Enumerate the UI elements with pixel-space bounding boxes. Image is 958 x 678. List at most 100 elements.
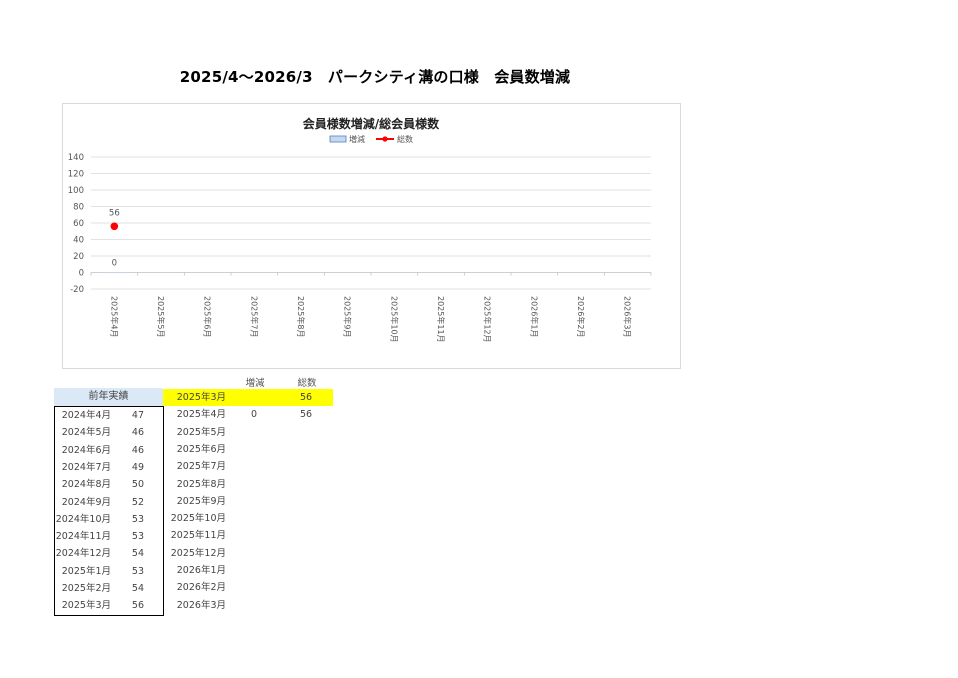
prev-year-month: 2024年4月 xyxy=(61,410,111,421)
current-month: 2025年6月 xyxy=(176,443,226,455)
x-tick-label: 2025年9月 xyxy=(343,296,353,337)
current-month: 2025年10月 xyxy=(170,513,226,525)
page-title: 2025/4～2026/3 パークシティ溝の口様 会員数増減 xyxy=(179,68,571,86)
prev-year-row: 2024年5月 46 xyxy=(55,424,163,441)
current-month: 2025年11月 xyxy=(170,530,226,542)
prev-year-value: 53 xyxy=(131,531,144,543)
x-tick-label: 2026年3月 xyxy=(623,296,633,337)
x-tick-label: 2026年2月 xyxy=(576,296,586,337)
prev-year-month: 2025年3月 xyxy=(61,600,111,612)
data-label-change: 0 xyxy=(112,259,117,269)
current-month: 2025年12月 xyxy=(170,547,226,559)
y-tick-label: 80 xyxy=(73,203,84,213)
prev-year-row: 2024年12月 54 xyxy=(55,545,163,562)
prev-year-table: 2024年4月 47 2024年5月 46 2024年6月 46 2024年7月 49 2024… xyxy=(54,406,164,616)
prev-year-month: 2025年1月 xyxy=(61,565,111,577)
current-change: 0 xyxy=(250,409,258,421)
prev-year-row: 2024年7月 49 xyxy=(55,459,163,476)
chart-title: 会員様数増減/総会員様数 xyxy=(303,116,440,131)
current-row: 2026年3月 xyxy=(163,597,333,614)
current-month: 2026年2月 xyxy=(176,582,226,594)
current-row: 2025年7月 xyxy=(163,458,333,475)
current-row: 2025年4月 0 56 xyxy=(163,406,333,423)
x-tick-label: 2025年11月 xyxy=(436,296,446,343)
x-tick-label: 2025年4月 xyxy=(109,296,119,337)
col-header-total: 総数 xyxy=(297,378,317,389)
x-tick-label: 2026年1月 xyxy=(529,296,539,337)
x-tick-label: 2025年5月 xyxy=(156,296,166,337)
prev-year-month: 2024年5月 xyxy=(61,427,111,439)
current-month: 2025年3月 xyxy=(176,392,226,403)
current-month: 2025年8月 xyxy=(176,478,226,490)
prev-year-value: 50 xyxy=(131,479,144,491)
y-tick-label: 0 xyxy=(79,269,84,279)
current-row: 2025年5月 xyxy=(163,424,333,441)
prev-year-value: 56 xyxy=(131,600,144,612)
prev-year-row: 2024年11月 53 xyxy=(55,528,163,545)
current-row: 2025年10月 xyxy=(163,510,333,527)
prev-year-row: 2024年6月 46 xyxy=(55,442,163,459)
y-tick-label: -20 xyxy=(70,285,84,295)
legend-marker-total xyxy=(382,136,388,142)
prev-year-month: 2025年2月 xyxy=(61,583,111,594)
legend-label-change: 増減 xyxy=(349,134,365,144)
prev-year-row: 2025年2月 54 xyxy=(55,580,163,597)
prev-year-month: 2024年11月 xyxy=(55,531,111,543)
current-row: 2025年9月 xyxy=(163,493,333,510)
prev-year-value: 46 xyxy=(131,427,144,439)
prev-year-value: 47 xyxy=(131,410,144,421)
data-label-total: 56 xyxy=(109,208,120,218)
point-total xyxy=(110,222,119,231)
x-tick-label: 2025年12月 xyxy=(483,296,493,343)
current-row-baseline: 2025年3月 56 xyxy=(163,389,333,406)
prev-year-row: 2024年10月 53 xyxy=(55,511,163,528)
prev-year-month: 2024年6月 xyxy=(61,444,111,456)
y-tick-label: 20 xyxy=(73,252,84,262)
prev-year-value: 54 xyxy=(131,583,144,594)
prev-year-value: 53 xyxy=(131,565,144,577)
prev-year-row: 2024年9月 52 xyxy=(55,494,163,511)
current-row: 2025年6月 xyxy=(163,441,333,458)
prev-year-value: 49 xyxy=(131,461,144,473)
current-row: 2025年12月 xyxy=(163,545,333,562)
prev-year-month: 2024年8月 xyxy=(61,479,111,491)
current-row: 2026年1月 xyxy=(163,562,333,579)
current-month: 2025年4月 xyxy=(176,409,226,421)
y-tick-label: 100 xyxy=(68,186,84,196)
prev-year-row: 2025年1月 53 xyxy=(55,563,163,580)
y-tick-label: 140 xyxy=(68,153,84,163)
prev-year-value: 52 xyxy=(131,496,144,508)
y-tick-label: 60 xyxy=(73,219,84,229)
prev-year-month: 2024年9月 xyxy=(61,496,111,508)
prev-year-row: 2024年4月 47 xyxy=(55,407,163,424)
current-row: 2025年8月 xyxy=(163,476,333,493)
current-month: 2025年7月 xyxy=(176,461,226,473)
x-tick-label: 2025年10月 xyxy=(389,296,399,343)
current-row: 2025年11月 xyxy=(163,527,333,544)
y-tick-label: 120 xyxy=(68,170,84,180)
chart-area: 会員様数増減/総会員様数増減 総数 -20 0 20 40 60 80 100 120 140 202… xyxy=(62,103,681,369)
current-month: 2025年5月 xyxy=(176,426,226,438)
prev-year-month: 2024年12月 xyxy=(55,548,111,560)
current-row: 2026年2月 xyxy=(163,579,333,596)
prev-year-header: 前年実績 xyxy=(54,388,163,406)
prev-year-month: 2024年7月 xyxy=(61,461,111,473)
member-chart: 会員様数増減/総会員様数増減 総数 -20 0 20 40 60 80 100 120 140 202… xyxy=(68,116,652,343)
prev-year-row: 2024年8月 50 xyxy=(55,476,163,493)
current-month: 2026年3月 xyxy=(176,599,226,611)
x-tick-label: 2025年8月 xyxy=(296,296,306,337)
col-header-change: 増減 xyxy=(245,378,265,389)
current-total: 56 xyxy=(299,409,313,421)
prev-year-row: 2025年3月 56 xyxy=(55,597,163,614)
bar-change xyxy=(102,272,126,274)
prev-year-month: 2024年10月 xyxy=(55,513,111,525)
prev-year-value: 54 xyxy=(131,548,144,560)
legend-label-total: 総数 xyxy=(397,134,413,144)
current-total: 56 xyxy=(299,392,313,403)
y-tick-label: 40 xyxy=(73,236,84,246)
current-month: 2026年1月 xyxy=(176,565,226,576)
legend-swatch-change xyxy=(329,135,347,143)
x-tick-label: 2025年6月 xyxy=(203,296,213,337)
current-month: 2025年9月 xyxy=(176,495,226,507)
prev-year-value: 46 xyxy=(131,444,144,456)
